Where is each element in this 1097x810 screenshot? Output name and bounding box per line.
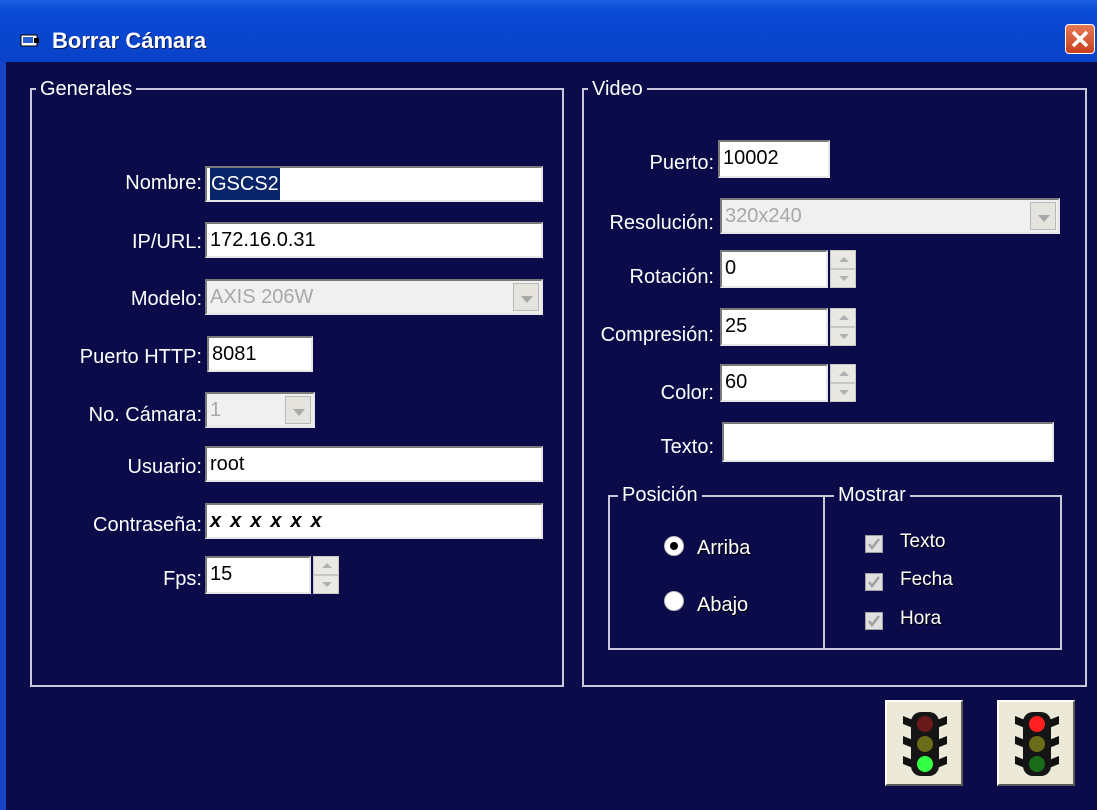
contrasena-label: Contraseña: (93, 514, 202, 536)
group-divider (823, 495, 825, 650)
ip-url-label: IP/URL: (131, 231, 202, 253)
posicion-legend: Posición (618, 483, 702, 507)
ip-url-input[interactable]: 172.16.0.31 (205, 222, 543, 258)
window-left-border (0, 62, 6, 810)
abajo-radio[interactable] (664, 591, 684, 611)
stop-button[interactable] (997, 700, 1075, 786)
modelo-value: AXIS 206W (210, 286, 314, 308)
arriba-label[interactable]: Arriba (697, 537, 750, 560)
resolucion-select[interactable]: 320x240 (720, 198, 1060, 234)
rotacion-spinner[interactable] (830, 250, 856, 288)
color-input[interactable]: 60 (720, 364, 828, 402)
texto-checkbox[interactable] (865, 535, 883, 553)
compresion-up-button[interactable] (830, 308, 856, 327)
color-spinner[interactable] (830, 364, 856, 402)
rotacion-down-button[interactable] (830, 269, 856, 288)
video-legend: Video (588, 77, 647, 101)
window-app-icon (20, 34, 39, 47)
compresion-down-button[interactable] (830, 327, 856, 346)
texto-check-label[interactable]: Texto (900, 531, 945, 553)
nombre-input[interactable]: GSCS2 (205, 166, 543, 202)
nombre-value: GSCS2 (210, 168, 280, 200)
contrasena-input[interactable]: xxxxxx (205, 503, 543, 539)
rotacion-label: Rotación: (629, 266, 715, 288)
fps-up-button[interactable] (313, 556, 339, 575)
contrasena-mask: xxxxxx (210, 510, 331, 532)
color-label: Color: (660, 382, 714, 404)
traffic-light-red-icon (1015, 712, 1059, 776)
compresion-spinner[interactable] (830, 308, 856, 346)
rotacion-input[interactable]: 0 (720, 250, 828, 288)
rotacion-up-button[interactable] (830, 250, 856, 269)
fecha-checkbox[interactable] (865, 573, 883, 591)
modelo-label: Modelo: (130, 288, 202, 310)
puerto-input[interactable]: 10002 (718, 140, 830, 178)
modelo-dropdown-button[interactable] (513, 283, 539, 311)
window-title: Borrar Cámara (52, 28, 207, 53)
no-camara-select[interactable]: 1 (205, 392, 315, 428)
compresion-label: Compresión: (600, 324, 714, 346)
start-button[interactable] (885, 700, 963, 786)
resolucion-dropdown-button[interactable] (1030, 202, 1056, 230)
texto-input[interactable] (722, 422, 1054, 462)
hora-checkbox[interactable] (865, 612, 883, 630)
modelo-select[interactable]: AXIS 206W (205, 279, 543, 315)
puerto-label: Puerto: (649, 152, 714, 174)
fps-spinner[interactable] (313, 556, 339, 594)
usuario-input[interactable]: root (205, 446, 543, 482)
usuario-label: Usuario: (127, 456, 202, 478)
chevron-down-icon (1038, 215, 1050, 222)
close-button[interactable] (1065, 24, 1095, 54)
nombre-label: Nombre: (125, 172, 202, 194)
texto-label: Texto: (660, 436, 714, 458)
compresion-input[interactable]: 25 (720, 308, 828, 346)
fecha-check-label[interactable]: Fecha (900, 569, 953, 591)
puerto-http-input[interactable]: 8081 (207, 336, 313, 372)
no-camara-value: 1 (210, 399, 222, 421)
checkmark-icon (868, 615, 880, 628)
fps-label: Fps: (163, 568, 202, 590)
chevron-down-icon (293, 409, 305, 416)
no-camara-label: No. Cámara: (88, 404, 202, 426)
mostrar-legend: Mostrar (834, 483, 910, 507)
color-down-button[interactable] (830, 383, 856, 402)
arriba-radio[interactable] (664, 536, 684, 556)
checkmark-icon (868, 538, 880, 551)
checkmark-icon (868, 576, 880, 589)
fps-input[interactable]: 15 (205, 556, 311, 594)
fps-down-button[interactable] (313, 575, 339, 594)
close-icon (1071, 30, 1089, 48)
chevron-down-icon (521, 296, 533, 303)
abajo-label[interactable]: Abajo (697, 594, 748, 617)
resolucion-value: 320x240 (725, 205, 802, 227)
color-up-button[interactable] (830, 364, 856, 383)
generales-legend: Generales (36, 77, 137, 101)
traffic-light-green-icon (903, 712, 947, 776)
no-camara-dropdown-button[interactable] (285, 396, 311, 424)
posicion-mostrar-group (608, 495, 1062, 650)
hora-check-label[interactable]: Hora (900, 608, 941, 630)
puerto-http-label: Puerto HTTP: (79, 346, 202, 368)
resolucion-label: Resolución: (609, 212, 714, 234)
